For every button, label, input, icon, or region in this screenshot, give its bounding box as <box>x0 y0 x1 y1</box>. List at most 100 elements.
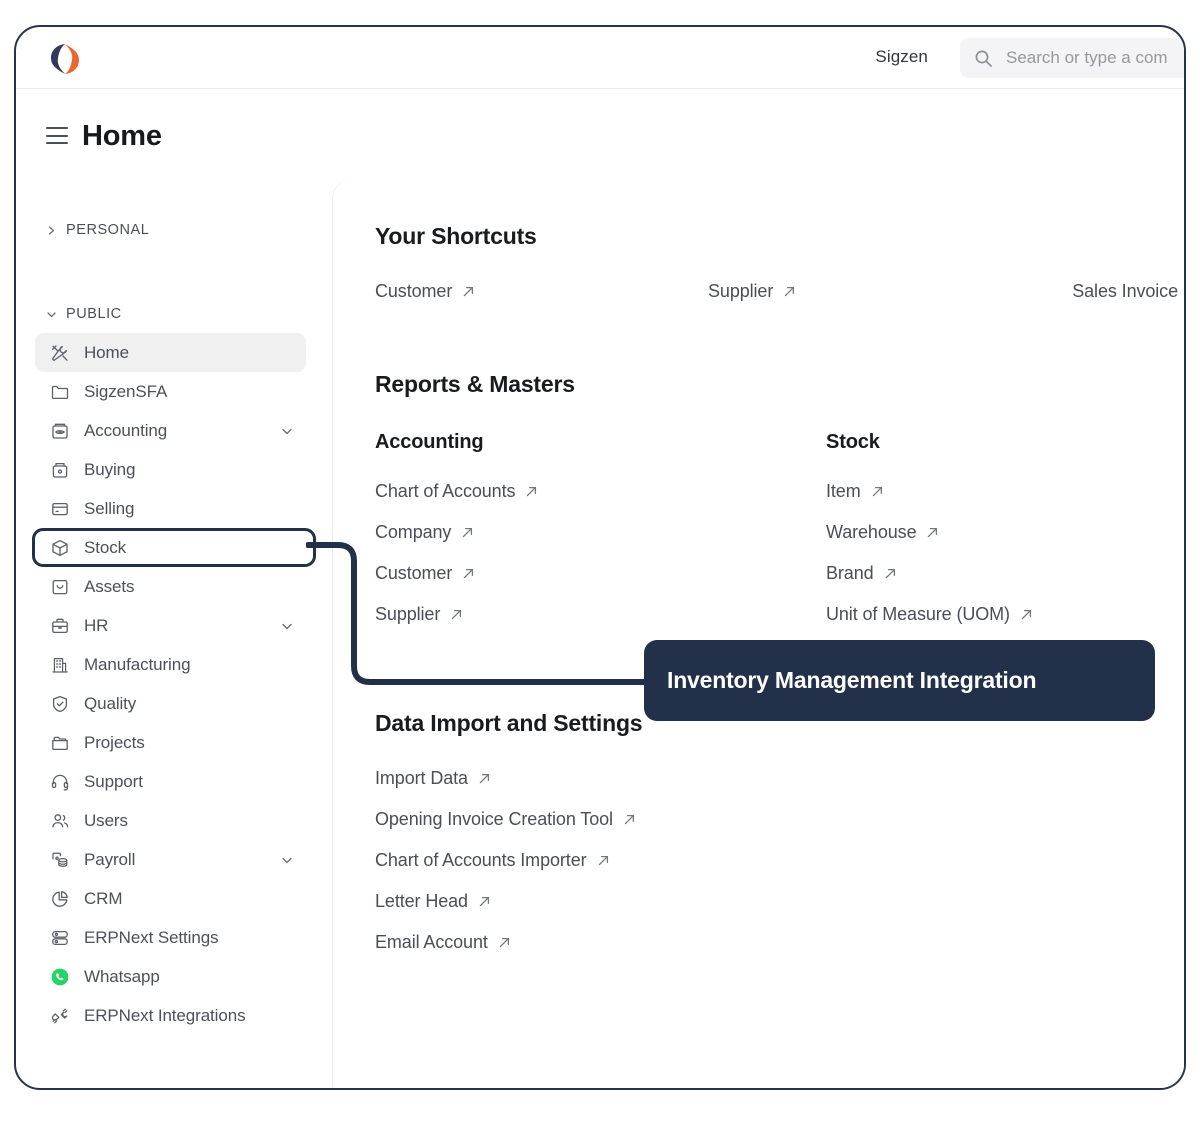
factory-icon <box>49 654 70 675</box>
sidebar-item-home[interactable]: Home <box>35 333 306 372</box>
sidebar-item-erpnext-settings[interactable]: ERPNext Settings <box>35 918 306 957</box>
sidebar-item-label: SigzenSFA <box>84 381 168 401</box>
sidebar-item-selling[interactable]: Selling <box>35 489 306 528</box>
shortcut-supplier-wrap: Supplier <box>708 281 1041 302</box>
plug-icon <box>49 1005 70 1026</box>
sidebar-item-stock[interactable]: Stock <box>32 528 316 567</box>
column-title: Accounting <box>375 431 484 453</box>
users-icon <box>49 810 70 831</box>
sidebar-item-users[interactable]: Users <box>35 801 306 840</box>
box-icon <box>49 537 70 558</box>
sidebar-item-hr[interactable]: HR <box>35 606 306 645</box>
sidebar-item-erpnext-integrations[interactable]: ERPNext Integrations <box>35 996 306 1035</box>
reports-columns: Accounting Chart of Accounts Company Cus… <box>375 431 1184 645</box>
sidebar-item-sigzensfa[interactable]: SigzenSFA <box>35 372 306 411</box>
shortcut-customer[interactable]: Customer <box>375 281 475 302</box>
shortcut-customer-wrap: Customer <box>375 281 708 302</box>
sidebar-item-manufacturing[interactable]: Manufacturing <box>35 645 306 684</box>
global-search[interactable] <box>960 38 1184 78</box>
chevron-down-icon[interactable] <box>280 619 294 633</box>
report-link-item[interactable]: Item <box>826 481 1184 502</box>
link-label: Customer <box>375 563 453 583</box>
sidebar-item-whatsapp[interactable]: Whatsapp <box>35 957 306 996</box>
whatsapp-icon <box>49 966 70 987</box>
shortcut-supplier[interactable]: Supplier <box>708 281 796 302</box>
shortcuts-heading: Your Shortcuts <box>375 223 537 249</box>
report-link-warehouse[interactable]: Warehouse <box>826 522 1184 543</box>
link-label: Company <box>375 522 452 542</box>
data-import-link-chart-of-accounts-importer[interactable]: Chart of Accounts Importer <box>375 850 636 871</box>
hamburger-icon[interactable] <box>46 127 68 144</box>
search-icon <box>974 49 993 68</box>
external-link-icon <box>871 485 884 498</box>
link-label: Import Data <box>375 768 468 788</box>
data-import-links: Import Data Opening Invoice Creation Too… <box>375 768 636 973</box>
sidebar-item-label: Home <box>84 342 129 362</box>
sidebar-item-projects[interactable]: Projects <box>35 723 306 762</box>
chevron-down-icon[interactable] <box>280 424 294 438</box>
external-link-icon <box>462 567 475 580</box>
sidebar-group-public[interactable]: PUBLIC <box>16 301 122 327</box>
sidebar-item-assets[interactable]: Assets <box>35 567 306 606</box>
search-input[interactable] <box>1004 47 1184 69</box>
link-label: Email Account <box>375 932 488 952</box>
sidebar-item-accounting[interactable]: Accounting <box>35 411 306 450</box>
sidebar-item-crm[interactable]: CRM <box>35 879 306 918</box>
data-import-link-import-data[interactable]: Import Data <box>375 768 636 789</box>
sidebar-item-label: ERPNext Integrations <box>84 1005 246 1025</box>
folder-open-icon <box>49 732 70 753</box>
sidebar-group-label: PUBLIC <box>66 306 122 322</box>
sidebar-item-buying[interactable]: Buying <box>35 450 306 489</box>
link-label: Supplier <box>375 604 441 624</box>
external-link-icon <box>926 526 939 539</box>
report-link-brand[interactable]: Brand <box>826 563 1184 584</box>
external-link-icon <box>783 285 796 298</box>
sidebar-group-personal[interactable]: PERSONAL <box>16 217 149 243</box>
data-import-link-opening-invoice-creation-tool[interactable]: Opening Invoice Creation Tool <box>375 809 636 830</box>
sidebar-item-label: Projects <box>84 732 145 752</box>
top-bar: Sigzen <box>16 27 1184 89</box>
buying-icon <box>49 459 70 480</box>
sidebar-item-label: Stock <box>84 537 127 557</box>
chevron-down-icon <box>46 309 57 320</box>
sidebar-item-label: Assets <box>84 576 135 596</box>
link-label: Unit of Measure (UOM) <box>826 604 1010 624</box>
link-label: Letter Head <box>375 891 468 911</box>
external-link-icon <box>478 772 491 785</box>
sidebar-item-label: CRM <box>84 888 123 908</box>
sidebar-item-label: Support <box>84 771 143 791</box>
brand-name: Sigzen <box>875 47 928 66</box>
external-link-icon <box>597 854 610 867</box>
data-import-link-email-account[interactable]: Email Account <box>375 932 636 953</box>
folder-icon <box>49 381 70 402</box>
report-link-supplier[interactable]: Supplier <box>375 604 826 625</box>
shortcut-sales-invoice[interactable]: Sales Invoice <box>1072 281 1184 302</box>
sigzen-logo-icon[interactable] <box>46 40 84 78</box>
report-link-company[interactable]: Company <box>375 522 826 543</box>
report-link-customer[interactable]: Customer <box>375 563 826 584</box>
sidebar-item-label: Payroll <box>84 849 136 869</box>
selling-icon <box>49 498 70 519</box>
link-label: Item <box>826 481 861 501</box>
sidebar-item-quality[interactable]: Quality <box>35 684 306 723</box>
page-header: Home <box>16 89 1184 179</box>
sidebar-item-label: ERPNext Settings <box>84 927 219 947</box>
external-link-icon <box>1020 608 1033 621</box>
chevron-down-icon[interactable] <box>280 853 294 867</box>
sidebar-item-label: Quality <box>84 693 137 713</box>
data-import-link-letter-head[interactable]: Letter Head <box>375 891 636 912</box>
shortcut-label: Supplier <box>708 281 774 301</box>
external-link-icon <box>623 813 636 826</box>
sidebar-item-payroll[interactable]: Payroll <box>35 840 306 879</box>
external-link-icon <box>498 936 511 949</box>
sidebar-nav-list: Home SigzenSFA Accounting Buying Selling… <box>16 333 332 1035</box>
sidebar-item-label: Selling <box>84 498 135 518</box>
report-link-uom[interactable]: Unit of Measure (UOM) <box>826 604 1184 625</box>
ledger-icon <box>49 420 70 441</box>
link-label: Opening Invoice Creation Tool <box>375 809 613 829</box>
data-import-heading: Data Import and Settings <box>375 710 643 736</box>
sidebar-item-support[interactable]: Support <box>35 762 306 801</box>
report-link-chart-of-accounts[interactable]: Chart of Accounts <box>375 481 826 502</box>
callout-tooltip: Inventory Management Integration <box>644 640 1155 721</box>
external-link-icon <box>884 567 897 580</box>
